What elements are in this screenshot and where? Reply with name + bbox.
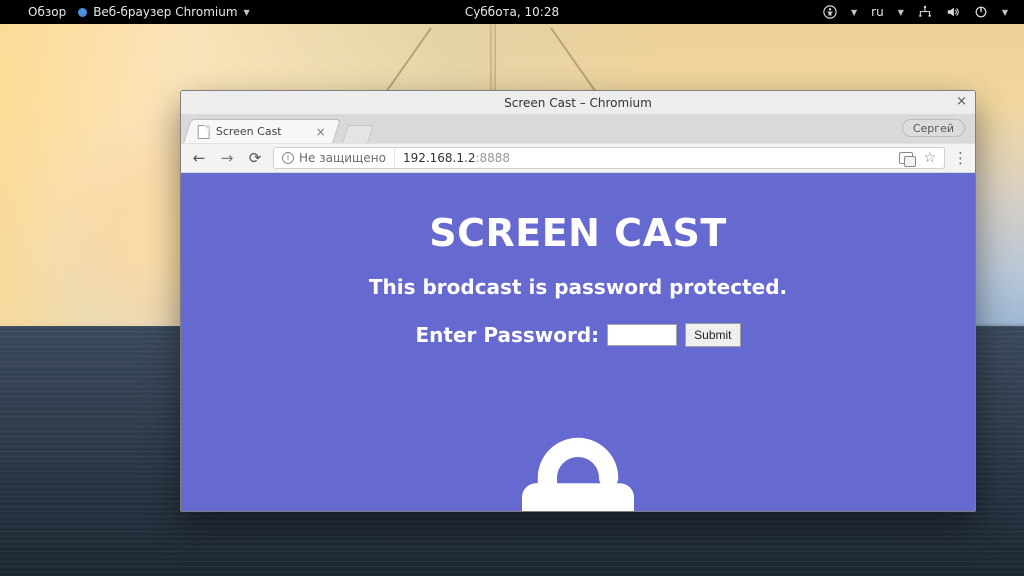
activities-button[interactable]: Обзор xyxy=(28,5,66,19)
password-label: Enter Password: xyxy=(415,323,599,347)
submit-button[interactable]: Submit xyxy=(685,323,740,347)
page-viewport: SCREEN CAST This brodcast is password pr… xyxy=(181,173,975,511)
network-icon[interactable] xyxy=(918,5,932,19)
chevron-down-icon: ▼ xyxy=(244,8,250,17)
os-topbar: Обзор Веб-браузер Chromium ▼ Суббота, 10… xyxy=(0,0,1024,24)
url-text: 192.168.1.2:8888 xyxy=(395,151,518,165)
tab-close-icon[interactable]: × xyxy=(316,125,326,139)
forward-button[interactable]: → xyxy=(217,149,237,167)
tab-title: Screen Cast xyxy=(216,125,282,138)
address-bar[interactable]: i Не защищено 192.168.1.2:8888 ☆ xyxy=(273,147,945,169)
chevron-down-icon: ▼ xyxy=(1002,8,1008,17)
file-icon xyxy=(198,125,210,139)
reload-button[interactable]: ⟳ xyxy=(245,149,265,167)
security-label: Не защищено xyxy=(299,151,386,165)
bookmark-star-icon[interactable]: ☆ xyxy=(923,150,936,166)
browser-toolbar: ← → ⟳ i Не защищено 192.168.1.2:8888 ☆ ⋮ xyxy=(181,143,975,173)
app-menu[interactable]: Веб-браузер Chromium ▼ xyxy=(78,5,249,19)
window-titlebar[interactable]: Screen Cast – Chromium × xyxy=(181,91,975,115)
volume-icon[interactable] xyxy=(946,5,960,19)
chevron-down-icon: ▼ xyxy=(898,8,904,17)
clock[interactable]: Суббота, 10:28 xyxy=(465,5,559,19)
security-indicator[interactable]: i Не защищено xyxy=(274,148,395,168)
chrome-menu-button[interactable]: ⋮ xyxy=(953,149,967,167)
tab-screen-cast[interactable]: Screen Cast × xyxy=(183,119,341,143)
page-subtitle: This brodcast is password protected. xyxy=(181,275,975,299)
chevron-down-icon: ▼ xyxy=(851,8,857,17)
new-tab-button[interactable] xyxy=(342,125,374,143)
unlock-icon xyxy=(493,373,663,511)
power-icon[interactable] xyxy=(974,5,988,19)
app-menu-label: Веб-браузер Chromium xyxy=(93,5,237,19)
accessibility-icon[interactable] xyxy=(823,5,837,19)
profile-button[interactable]: Сергей xyxy=(902,119,965,137)
chromium-window: Screen Cast – Chromium × Screen Cast × С… xyxy=(180,90,976,512)
window-title: Screen Cast – Chromium xyxy=(504,96,652,110)
chromium-app-icon xyxy=(78,8,87,17)
tab-strip: Screen Cast × Сергей xyxy=(181,115,975,143)
back-button[interactable]: ← xyxy=(189,149,209,167)
page-title: SCREEN CAST xyxy=(181,211,975,255)
window-close-button[interactable]: × xyxy=(956,95,967,108)
password-input[interactable] xyxy=(607,324,677,346)
password-form: Enter Password: Submit xyxy=(181,323,975,347)
translate-icon[interactable] xyxy=(899,152,913,164)
info-icon: i xyxy=(282,152,294,164)
wallpaper-mast xyxy=(490,24,496,94)
keyboard-layout-indicator[interactable]: ru xyxy=(871,5,884,19)
